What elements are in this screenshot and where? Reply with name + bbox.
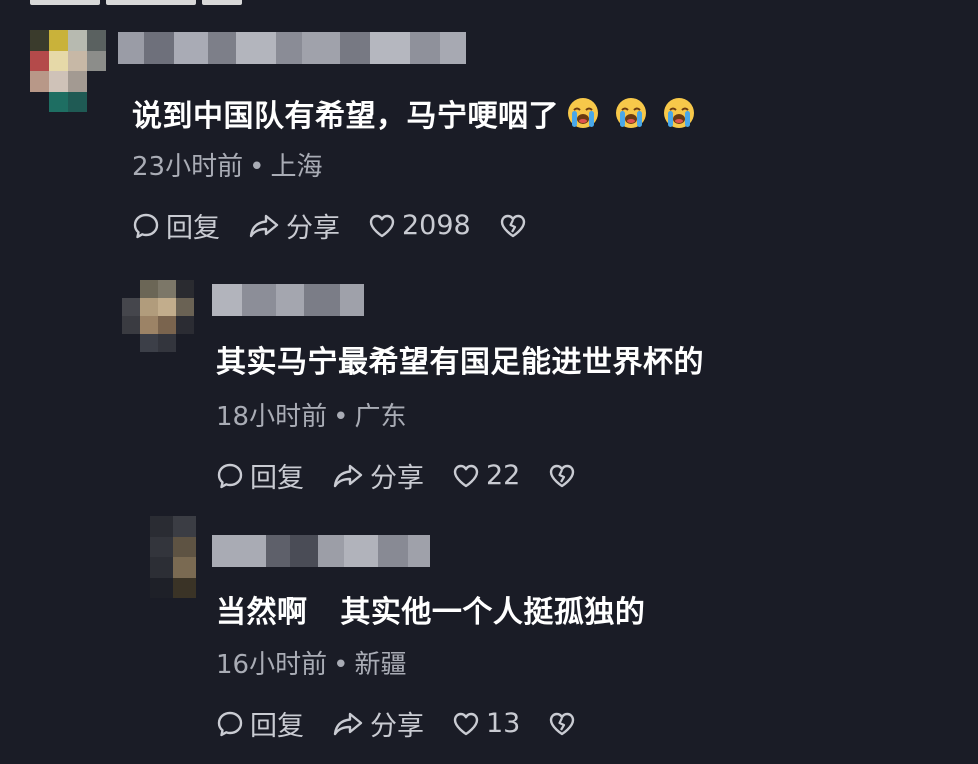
reply-button[interactable]: 回复	[216, 704, 304, 743]
like-count: 22	[486, 460, 521, 491]
share-button[interactable]: 分享	[248, 206, 340, 245]
username[interactable]	[212, 284, 364, 316]
comment-time: 18小时前	[216, 402, 328, 432]
comment-location: 上海	[270, 152, 323, 182]
comment-text-content: 其实马宁最希望有国足能进世界杯的	[216, 345, 704, 380]
username[interactable]	[212, 535, 430, 567]
meta-separator: •	[333, 402, 349, 432]
broken-heart-icon	[550, 712, 575, 735]
reply-label: 回复	[166, 213, 220, 244]
comment-meta: 23小时前 • 上海	[132, 146, 322, 183]
comment-text-content: 说到中国队有希望，马宁哽咽了	[132, 99, 559, 134]
share-label: 分享	[286, 213, 340, 244]
like-button[interactable]: 22	[452, 460, 520, 491]
comment-location: 新疆	[354, 650, 407, 680]
like-button[interactable]: 13	[452, 708, 520, 739]
heart-icon	[453, 464, 479, 487]
broken-heart-icon	[550, 464, 575, 487]
heart-icon	[453, 712, 479, 735]
comment-meta: 16小时前 • 新疆	[216, 644, 406, 681]
avatar[interactable]	[122, 280, 194, 352]
share-arrow-icon	[333, 464, 363, 487]
comment-text-content: 当然啊 其实他一个人挺孤独的	[216, 595, 646, 630]
comment-text: 其实马宁最希望有国足能进世界杯的	[216, 338, 704, 380]
share-button[interactable]: 分享	[332, 704, 424, 743]
avatar[interactable]	[30, 30, 106, 112]
speech-bubble-icon	[133, 213, 159, 238]
meta-separator: •	[249, 152, 265, 182]
comment-text: 当然啊 其实他一个人挺孤独的	[216, 588, 645, 630]
comment-location: 广东	[354, 402, 407, 432]
dislike-button[interactable]	[499, 213, 527, 239]
like-button[interactable]: 2098	[368, 210, 471, 241]
reply-label: 回复	[250, 711, 304, 742]
dislike-button[interactable]	[548, 463, 576, 489]
username[interactable]	[118, 32, 466, 64]
meta-separator: •	[333, 650, 349, 680]
share-arrow-icon	[333, 712, 363, 735]
comment-actions: 回复 分享 22	[216, 456, 604, 495]
loudly-crying-face-icon	[664, 98, 694, 128]
loudly-crying-face-icon	[616, 98, 646, 128]
comment-text: 说到中国队有希望，马宁哽咽了	[132, 92, 695, 134]
share-label: 分享	[370, 711, 424, 742]
share-button[interactable]: 分享	[332, 456, 424, 495]
dislike-button[interactable]	[548, 711, 576, 737]
reply-label: 回复	[250, 463, 304, 494]
comment-actions: 回复 分享 13	[216, 704, 604, 743]
share-label: 分享	[370, 463, 424, 494]
speech-bubble-icon	[217, 463, 243, 488]
avatar[interactable]	[150, 516, 196, 598]
comment-time: 16小时前	[216, 650, 328, 680]
comment-meta: 18小时前 • 广东	[216, 396, 406, 433]
like-count: 2098	[402, 210, 471, 241]
comment-time: 23小时前	[132, 152, 244, 182]
loudly-crying-face-icon	[568, 98, 598, 128]
like-count: 13	[486, 708, 521, 739]
cropped-header-text	[30, 0, 260, 8]
reply-button[interactable]: 回复	[216, 456, 304, 495]
heart-icon	[369, 214, 395, 237]
reply-button[interactable]: 回复	[132, 206, 220, 245]
share-arrow-icon	[249, 214, 279, 237]
comment-actions: 回复 分享 2098	[132, 206, 555, 245]
speech-bubble-icon	[217, 711, 243, 736]
broken-heart-icon	[500, 214, 525, 237]
